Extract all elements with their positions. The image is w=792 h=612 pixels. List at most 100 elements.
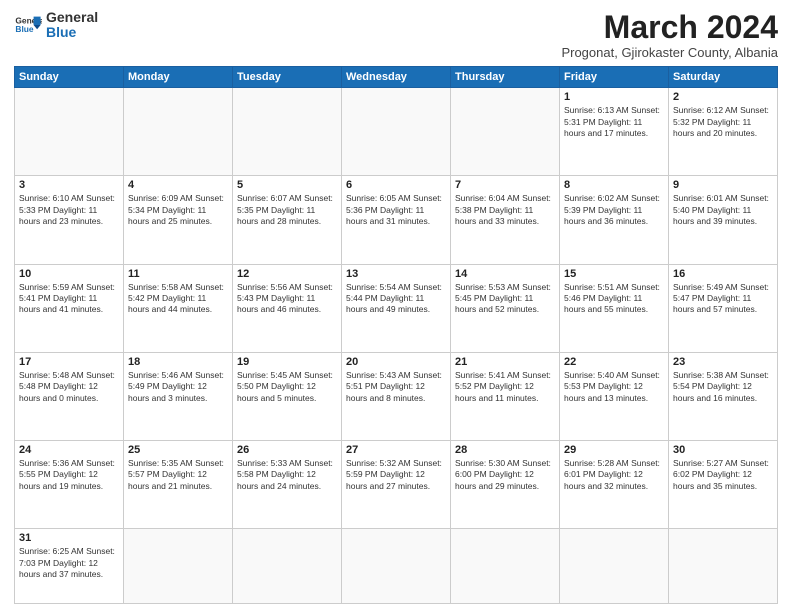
calendar-week-row: 1 Sunrise: 6:13 AM Sunset: 5:31 PM Daylig… <box>15 88 778 176</box>
logo-wordmark: General Blue <box>46 10 98 41</box>
day-number: 4 <box>128 179 228 191</box>
calendar-cell: 27 Sunrise: 5:32 AM Sunset: 5:59 PM Dayli… <box>342 440 451 528</box>
day-number: 3 <box>19 179 119 191</box>
weekday-header: Tuesday <box>233 67 342 88</box>
day-info: Sunrise: 5:35 AM Sunset: 5:57 PM Dayligh… <box>128 458 228 492</box>
calendar-cell <box>451 529 560 604</box>
calendar-cell <box>233 529 342 604</box>
calendar-cell: 7Sunrise: 6:04 AM Sunset: 5:38 PM Daylig… <box>451 176 560 264</box>
day-number: 26 <box>237 444 337 456</box>
day-info: Sunrise: 5:49 AM Sunset: 5:47 PM Dayligh… <box>673 282 773 316</box>
calendar-cell: 28Sunrise: 5:30 AM Sunset: 6:00 PM Dayli… <box>451 440 560 528</box>
calendar-cell: 6Sunrise: 6:05 AM Sunset: 5:36 PM Daylig… <box>342 176 451 264</box>
day-info: Sunrise: 5:48 AM Sunset: 5:48 PM Dayligh… <box>19 370 119 404</box>
weekday-header: Monday <box>124 67 233 88</box>
calendar-cell: 26 Sunrise: 5:33 AM Sunset: 5:58 PM Dayli… <box>233 440 342 528</box>
day-info: Sunrise: 5:33 AM Sunset: 5:58 PM Dayligh… <box>237 458 337 492</box>
calendar-week-row: 24Sunrise: 5:36 AM Sunset: 5:55 PM Dayli… <box>15 440 778 528</box>
calendar-cell <box>560 529 669 604</box>
calendar-cell: 31 Sunrise: 6:25 AM Sunset: 7:03 PM Dayli… <box>15 529 124 604</box>
calendar-cell: 25Sunrise: 5:35 AM Sunset: 5:57 PM Dayli… <box>124 440 233 528</box>
calendar-cell: 17 Sunrise: 5:48 AM Sunset: 5:48 PM Dayli… <box>15 352 124 440</box>
calendar-cell: 21 Sunrise: 5:41 AM Sunset: 5:52 PM Dayli… <box>451 352 560 440</box>
day-number: 19 <box>237 356 337 368</box>
calendar-table: SundayMondayTuesdayWednesdayThursdayFrid… <box>14 66 778 604</box>
calendar-cell: 5Sunrise: 6:07 AM Sunset: 5:35 PM Daylig… <box>233 176 342 264</box>
logo-blue: Blue <box>46 25 98 40</box>
day-info: Sunrise: 5:45 AM Sunset: 5:50 PM Dayligh… <box>237 370 337 404</box>
calendar-cell: 19 Sunrise: 5:45 AM Sunset: 5:50 PM Dayli… <box>233 352 342 440</box>
day-number: 7 <box>455 179 555 191</box>
calendar-cell <box>124 88 233 176</box>
calendar-cell: 24Sunrise: 5:36 AM Sunset: 5:55 PM Dayli… <box>15 440 124 528</box>
calendar-cell <box>15 88 124 176</box>
calendar-cell: 15 Sunrise: 5:51 AM Sunset: 5:46 PM Dayli… <box>560 264 669 352</box>
day-info: Sunrise: 5:28 AM Sunset: 6:01 PM Dayligh… <box>564 458 664 492</box>
calendar-week-row: 10Sunrise: 5:59 AM Sunset: 5:41 PM Dayli… <box>15 264 778 352</box>
day-number: 21 <box>455 356 555 368</box>
day-info: Sunrise: 6:09 AM Sunset: 5:34 PM Dayligh… <box>128 193 228 227</box>
day-number: 13 <box>346 268 446 280</box>
day-number: 20 <box>346 356 446 368</box>
calendar-cell: 16 Sunrise: 5:49 AM Sunset: 5:47 PM Dayli… <box>669 264 778 352</box>
day-number: 23 <box>673 356 773 368</box>
day-info: Sunrise: 5:40 AM Sunset: 5:53 PM Dayligh… <box>564 370 664 404</box>
day-number: 27 <box>346 444 446 456</box>
calendar-cell: 3 Sunrise: 6:10 AM Sunset: 5:33 PM Daylig… <box>15 176 124 264</box>
calendar-cell: 20 Sunrise: 5:43 AM Sunset: 5:51 PM Dayli… <box>342 352 451 440</box>
day-info: Sunrise: 6:10 AM Sunset: 5:33 PM Dayligh… <box>19 193 119 227</box>
weekday-header: Wednesday <box>342 67 451 88</box>
calendar-cell <box>342 88 451 176</box>
day-info: Sunrise: 5:53 AM Sunset: 5:45 PM Dayligh… <box>455 282 555 316</box>
calendar-cell: 22 Sunrise: 5:40 AM Sunset: 5:53 PM Dayli… <box>560 352 669 440</box>
day-number: 31 <box>19 532 119 544</box>
calendar-week-row: 31 Sunrise: 6:25 AM Sunset: 7:03 PM Dayli… <box>15 529 778 604</box>
day-number: 9 <box>673 179 773 191</box>
day-number: 16 <box>673 268 773 280</box>
calendar-week-row: 17 Sunrise: 5:48 AM Sunset: 5:48 PM Dayli… <box>15 352 778 440</box>
calendar-cell: 18Sunrise: 5:46 AM Sunset: 5:49 PM Dayli… <box>124 352 233 440</box>
day-number: 17 <box>19 356 119 368</box>
month-year: March 2024 <box>561 10 778 45</box>
day-info: Sunrise: 5:27 AM Sunset: 6:02 PM Dayligh… <box>673 458 773 492</box>
day-number: 22 <box>564 356 664 368</box>
calendar-cell: 8 Sunrise: 6:02 AM Sunset: 5:39 PM Daylig… <box>560 176 669 264</box>
calendar-header-row: SundayMondayTuesdayWednesdayThursdayFrid… <box>15 67 778 88</box>
day-info: Sunrise: 5:36 AM Sunset: 5:55 PM Dayligh… <box>19 458 119 492</box>
calendar-cell: 14Sunrise: 5:53 AM Sunset: 5:45 PM Dayli… <box>451 264 560 352</box>
calendar-cell <box>669 529 778 604</box>
day-info: Sunrise: 6:01 AM Sunset: 5:40 PM Dayligh… <box>673 193 773 227</box>
calendar-week-row: 3 Sunrise: 6:10 AM Sunset: 5:33 PM Daylig… <box>15 176 778 264</box>
calendar-cell <box>342 529 451 604</box>
calendar-cell: 4 Sunrise: 6:09 AM Sunset: 5:34 PM Daylig… <box>124 176 233 264</box>
day-info: Sunrise: 5:59 AM Sunset: 5:41 PM Dayligh… <box>19 282 119 316</box>
day-number: 1 <box>564 91 664 103</box>
header: General Blue General Blue March 2024 Pro… <box>14 10 778 60</box>
day-info: Sunrise: 5:58 AM Sunset: 5:42 PM Dayligh… <box>128 282 228 316</box>
day-info: Sunrise: 6:05 AM Sunset: 5:36 PM Dayligh… <box>346 193 446 227</box>
title-block: March 2024 Progonat, Gjirokaster County,… <box>561 10 778 60</box>
day-info: Sunrise: 5:38 AM Sunset: 5:54 PM Dayligh… <box>673 370 773 404</box>
svg-text:Blue: Blue <box>15 24 33 34</box>
day-info: Sunrise: 5:41 AM Sunset: 5:52 PM Dayligh… <box>455 370 555 404</box>
day-info: Sunrise: 5:43 AM Sunset: 5:51 PM Dayligh… <box>346 370 446 404</box>
day-info: Sunrise: 5:46 AM Sunset: 5:49 PM Dayligh… <box>128 370 228 404</box>
day-info: Sunrise: 6:13 AM Sunset: 5:31 PM Dayligh… <box>564 105 664 139</box>
calendar-cell: 23 Sunrise: 5:38 AM Sunset: 5:54 PM Dayli… <box>669 352 778 440</box>
day-number: 11 <box>128 268 228 280</box>
weekday-header: Saturday <box>669 67 778 88</box>
weekday-header: Thursday <box>451 67 560 88</box>
day-number: 30 <box>673 444 773 456</box>
day-info: Sunrise: 5:32 AM Sunset: 5:59 PM Dayligh… <box>346 458 446 492</box>
day-info: Sunrise: 6:02 AM Sunset: 5:39 PM Dayligh… <box>564 193 664 227</box>
day-info: Sunrise: 5:30 AM Sunset: 6:00 PM Dayligh… <box>455 458 555 492</box>
day-info: Sunrise: 6:25 AM Sunset: 7:03 PM Dayligh… <box>19 546 119 580</box>
location: Progonat, Gjirokaster County, Albania <box>561 45 778 60</box>
day-number: 2 <box>673 91 773 103</box>
day-number: 15 <box>564 268 664 280</box>
day-info: Sunrise: 6:07 AM Sunset: 5:35 PM Dayligh… <box>237 193 337 227</box>
calendar-cell <box>451 88 560 176</box>
day-number: 8 <box>564 179 664 191</box>
page: General Blue General Blue March 2024 Pro… <box>0 0 792 612</box>
day-info: Sunrise: 5:51 AM Sunset: 5:46 PM Dayligh… <box>564 282 664 316</box>
